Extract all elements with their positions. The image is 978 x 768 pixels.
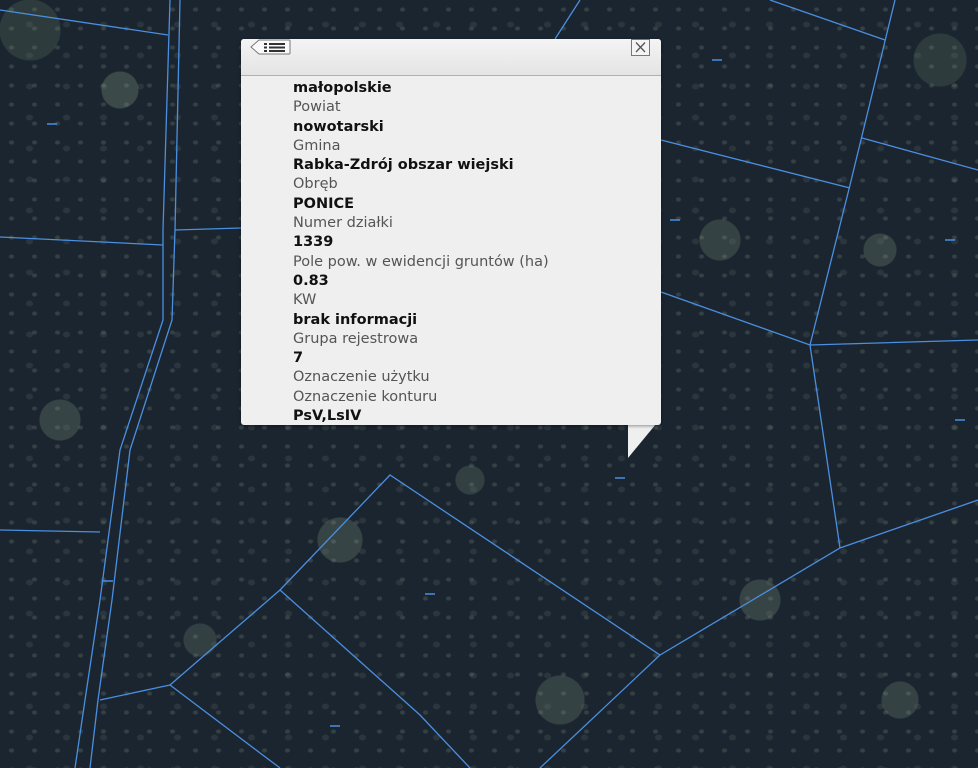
grupa-rejestrowa-label: Grupa rejestrowa bbox=[293, 330, 419, 347]
parcel-line bbox=[861, 137, 978, 171]
powiat-value: nowotarski bbox=[293, 118, 384, 135]
oznaczenie-konturu-value: PsV,LsIV bbox=[293, 408, 362, 425]
parcel-line bbox=[279, 474, 978, 656]
pole-pow-label: Pole pow. w ewidencji gruntów (ha) bbox=[293, 253, 549, 270]
kw-value: brak informacji bbox=[293, 311, 418, 328]
parcel-line bbox=[0, 236, 164, 246]
popup-header bbox=[241, 39, 661, 76]
parcel-line bbox=[169, 684, 281, 768]
parcel-line bbox=[0, 529, 101, 533]
parcel-info-popup: małopolskie Powiat nowotarski Gmina Rabk… bbox=[241, 39, 661, 425]
parcel-line bbox=[554, 0, 581, 40]
numer-dzialki-label: Numer działki bbox=[293, 215, 393, 232]
pole-pow-value: 0.83 bbox=[293, 272, 329, 289]
powiat-label: Powiat bbox=[293, 99, 341, 116]
parcel-line bbox=[99, 684, 171, 701]
oznaczenie-konturu-label: Oznaczenie konturu bbox=[293, 388, 438, 405]
gmina-value: Rabka-Zdrój obszar wiejski bbox=[293, 157, 514, 174]
parcel-line bbox=[539, 654, 661, 768]
parcel-line bbox=[769, 0, 886, 41]
oznaczenie-uzytku-label: Oznaczenie użytku bbox=[293, 369, 430, 386]
parcel-line bbox=[74, 0, 171, 768]
numer-dzialki-value: 1339 bbox=[293, 234, 334, 251]
parcel-line bbox=[174, 227, 242, 231]
parcel-line bbox=[809, 0, 896, 549]
parcel-line bbox=[660, 291, 978, 346]
kw-label: KW bbox=[293, 292, 317, 309]
wojewodztwo-value: małopolskie bbox=[293, 80, 392, 96]
obreb-label: Obręb bbox=[293, 176, 338, 193]
grupa-rejestrowa-value: 7 bbox=[293, 350, 304, 367]
gmina-label: Gmina bbox=[293, 137, 341, 154]
list-back-icon[interactable] bbox=[249, 39, 291, 57]
close-icon[interactable] bbox=[631, 39, 650, 56]
parcel-line bbox=[660, 139, 851, 189]
parcel-line bbox=[169, 589, 471, 768]
obreb-value: PONICE bbox=[293, 195, 355, 212]
popup-tail bbox=[628, 424, 656, 458]
parcel-line bbox=[0, 9, 169, 36]
parcel-details: małopolskie Powiat nowotarski Gmina Rabk… bbox=[293, 79, 653, 426]
